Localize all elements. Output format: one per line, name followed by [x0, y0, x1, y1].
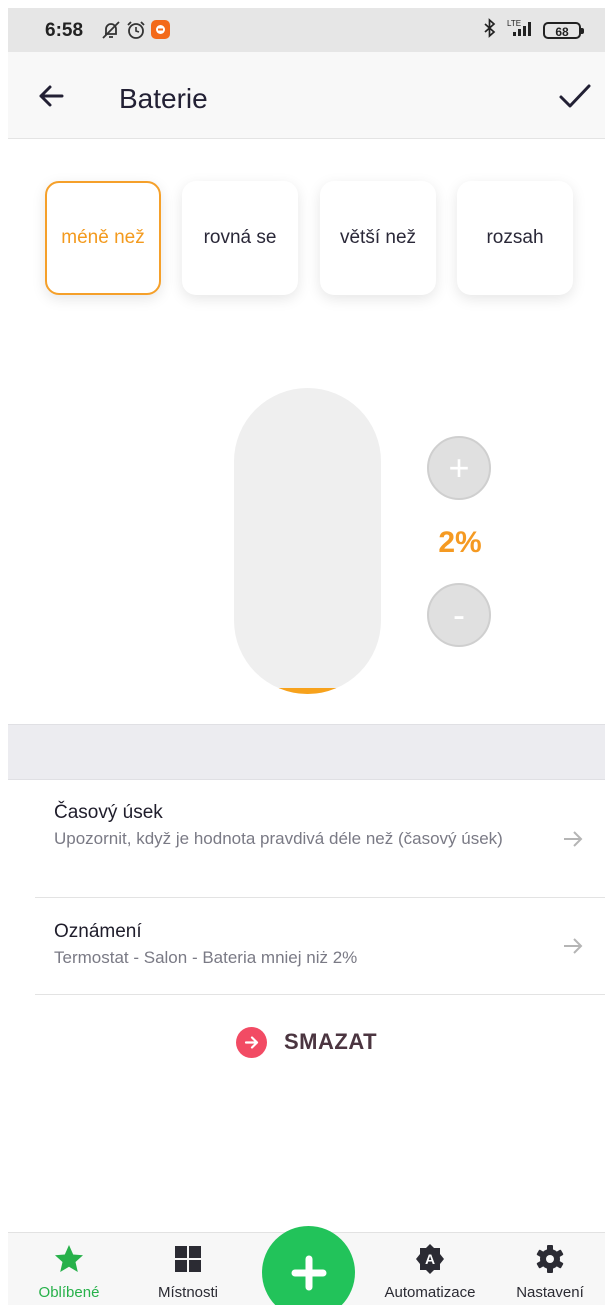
plus-icon: +	[448, 447, 470, 488]
notifications-off-icon	[100, 19, 122, 46]
time-period-title: Časový úsek	[54, 802, 163, 823]
time-period-subtitle: Upozornit, když je hodnota pravdivá déle…	[54, 829, 503, 848]
nav-automation[interactable]: A Automatizace	[375, 1233, 485, 1305]
arrow-right-icon	[564, 831, 583, 847]
plus-icon	[291, 1255, 326, 1290]
star-icon	[55, 1245, 83, 1272]
slider-fill	[234, 687, 381, 694]
delete-arrow-icon	[236, 1026, 267, 1058]
arrow-left-icon	[39, 85, 64, 107]
notification-title: Oznámení	[54, 921, 142, 942]
decrease-button[interactable]: -	[427, 583, 491, 647]
app-header: Baterie	[8, 52, 605, 139]
battery-icon: 68	[543, 22, 584, 39]
section-divider	[8, 724, 605, 780]
bluetooth-icon	[483, 18, 497, 43]
condition-equals[interactable]: rovná se	[182, 181, 298, 295]
back-button[interactable]	[32, 76, 72, 116]
page-title: Baterie	[119, 83, 208, 114]
status-bar: 6:58 LTE 68	[8, 8, 605, 52]
checkmark-icon	[559, 84, 591, 108]
nav-automation-label: Automatizace	[384, 1284, 476, 1301]
notification-row[interactable]: Oznámení Termostat - Salon - Bateria mni…	[35, 898, 605, 995]
svg-text:LTE: LTE	[507, 19, 521, 28]
confirm-button[interactable]	[555, 76, 595, 116]
status-time: 6:58	[45, 20, 84, 41]
value-slider[interactable]	[234, 388, 381, 694]
arrow-right-icon	[564, 938, 583, 954]
app-notification-icon	[150, 19, 171, 45]
delete-label: SMAZAT	[284, 1029, 378, 1054]
nav-rooms[interactable]: Místnosti	[133, 1233, 243, 1305]
nav-favorites-label: Oblíbené	[38, 1284, 100, 1301]
automation-badge-icon: A	[416, 1244, 444, 1274]
nav-settings-label: Nastavení	[516, 1284, 584, 1301]
alarm-icon	[125, 19, 147, 46]
condition-range[interactable]: rozsah	[457, 181, 573, 295]
condition-greater-than[interactable]: větší než	[320, 181, 436, 295]
nav-favorites[interactable]: Oblíbené	[14, 1233, 124, 1305]
app-screen: 6:58 LTE 68 Baterie méně než rovná se vě…	[8, 8, 605, 1305]
nav-settings[interactable]: Nastavení	[495, 1233, 605, 1305]
svg-text:A: A	[425, 1251, 435, 1267]
minus-icon: -	[453, 594, 465, 635]
condition-less-than[interactable]: méně než	[45, 181, 161, 295]
time-period-row[interactable]: Časový úsek Upozornit, když je hodnota p…	[35, 779, 605, 898]
increase-button[interactable]: +	[427, 436, 491, 500]
grid-icon	[175, 1246, 201, 1272]
notification-subtitle: Termostat - Salon - Bateria mniej niż 2%	[54, 948, 358, 967]
signal-icon: LTE	[503, 18, 537, 43]
nav-rooms-label: Místnosti	[157, 1284, 218, 1301]
delete-button[interactable]: SMAZAT	[236, 1026, 377, 1058]
gear-icon	[536, 1245, 564, 1273]
value-label: 2%	[438, 526, 482, 559]
